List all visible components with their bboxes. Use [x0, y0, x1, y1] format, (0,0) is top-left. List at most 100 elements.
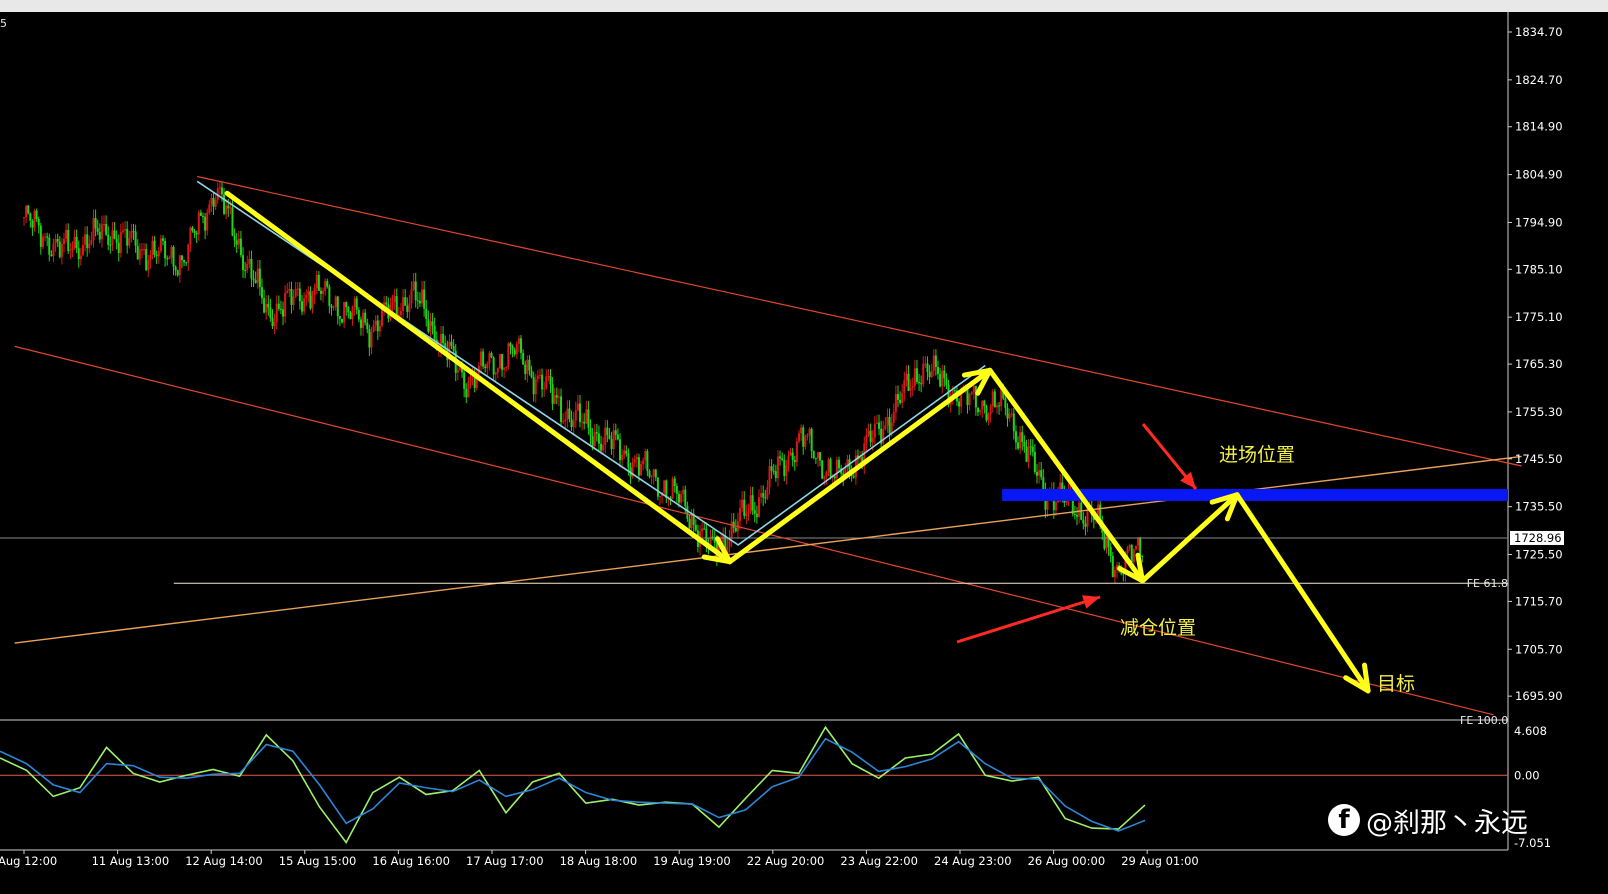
candle-body [490, 353, 493, 358]
candle-body [202, 215, 205, 217]
candle-body [578, 403, 581, 422]
candle-body [330, 305, 333, 308]
price-tick-label: 1745.50 [1515, 452, 1563, 466]
candle-body [488, 353, 491, 364]
candle-body [273, 321, 276, 327]
candle-body [732, 521, 735, 528]
candle-body [113, 230, 116, 239]
candle-body [242, 255, 245, 271]
candle-body [294, 288, 297, 297]
candle-body [597, 433, 600, 444]
candle-body [574, 410, 577, 421]
candle-body [907, 373, 910, 391]
candle-body [168, 257, 171, 259]
candle-body [1128, 545, 1131, 548]
candle-body [970, 392, 973, 395]
candle-body [762, 493, 765, 498]
candle-body [652, 469, 655, 477]
candle-body [307, 291, 310, 295]
candle-body [231, 207, 234, 236]
candle-body [406, 305, 409, 312]
price-tick-label: 1735.50 [1515, 500, 1563, 514]
candle-body [993, 391, 996, 408]
candle-body [686, 506, 689, 519]
candle-body [183, 259, 186, 263]
chart-background [0, 12, 1608, 894]
candle-body [73, 236, 76, 249]
fe-1000-label: FE 100.0 [1460, 714, 1508, 727]
candle-body [96, 228, 99, 232]
candle-body [989, 405, 992, 414]
time-tick-label: 23 Aug 22:00 [840, 854, 918, 868]
candle-body [410, 289, 413, 304]
candle-body [795, 441, 798, 463]
candle-body [121, 230, 124, 232]
candle-body [591, 436, 594, 446]
candle-body [334, 296, 337, 307]
candle-body [903, 380, 906, 393]
candle-body [208, 204, 211, 213]
price-tick-label: 1755.30 [1515, 405, 1563, 419]
candle-body [913, 368, 916, 386]
candle-body [819, 452, 822, 461]
candle-body [835, 459, 838, 479]
candle-body [751, 495, 754, 511]
candle-body [1010, 413, 1013, 415]
entry-label: 进场位置 [1219, 444, 1295, 466]
candle-body [362, 312, 365, 328]
candle-body [1017, 442, 1020, 449]
candle-body [618, 439, 621, 461]
candle-body [288, 288, 291, 291]
candle-body [343, 302, 346, 323]
candle-body [945, 378, 948, 385]
candle-body [56, 238, 59, 242]
candle-body [109, 244, 112, 246]
candle-body [1038, 470, 1041, 476]
candle-body [564, 419, 567, 422]
candle-body [1004, 398, 1007, 408]
candle-body [349, 312, 352, 319]
price-tick-label: 1814.90 [1515, 120, 1563, 134]
candle-body [549, 376, 552, 385]
candle-body [161, 238, 164, 241]
candle-body [63, 238, 66, 245]
corner-label: 5 [0, 17, 7, 30]
osc-tick-label: 4.608 [1514, 724, 1547, 738]
candle-body [823, 476, 826, 479]
candle-body [825, 471, 828, 477]
candle-body [892, 411, 895, 423]
candle-body [977, 407, 980, 413]
candle-body [364, 312, 367, 323]
candle-body [465, 388, 468, 398]
price-tick-label: 1695.90 [1515, 689, 1563, 703]
candle-body [486, 363, 489, 369]
candle-body [648, 471, 651, 477]
candle-body [570, 419, 573, 428]
candle-body [789, 452, 792, 456]
candle-body [791, 452, 794, 460]
candle-body [852, 476, 855, 478]
candle-body [326, 281, 329, 287]
candle-body [250, 258, 253, 279]
candle-body [1134, 545, 1137, 550]
candle-body [869, 430, 872, 443]
candle-body [604, 427, 607, 445]
candle-body [452, 345, 455, 351]
candle-body [581, 421, 584, 423]
candle-body [220, 187, 223, 195]
candle-body [642, 460, 645, 464]
candle-body [376, 320, 379, 332]
candle-body [934, 355, 937, 367]
candle-body [515, 343, 518, 355]
candle-body [808, 428, 811, 436]
candle-body [269, 307, 272, 318]
candle-body [456, 369, 459, 373]
candle-body [783, 459, 786, 476]
candle-body [450, 341, 453, 346]
candle-body [722, 535, 725, 543]
candle-body [378, 325, 381, 332]
candle-body [536, 375, 539, 380]
candle-body [633, 459, 636, 463]
candle-body [391, 302, 394, 305]
price-tick-label: 1775.10 [1515, 310, 1563, 324]
